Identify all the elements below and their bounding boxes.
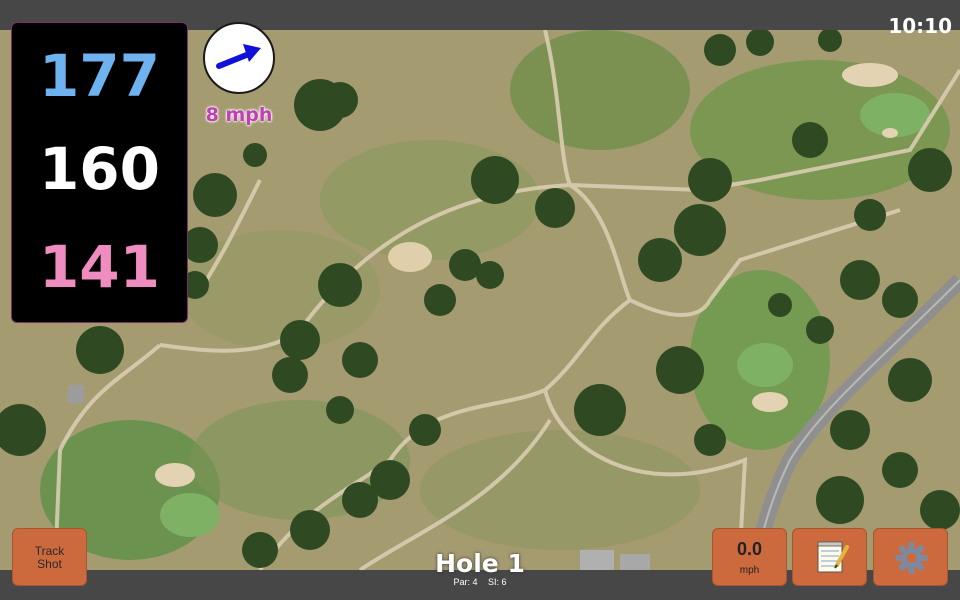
hole-title: Hole 1 bbox=[435, 549, 525, 578]
distance-front: 141 bbox=[38, 233, 161, 301]
wind-direction-indicator bbox=[203, 22, 275, 94]
distance-middle: 160 bbox=[38, 135, 161, 203]
distance-panel: 177 160 141 bbox=[11, 22, 188, 323]
wind-speed-value: 0.0 bbox=[736, 539, 763, 559]
notepad-icon bbox=[817, 541, 849, 573]
hole-stroke-index: SI: 6 bbox=[488, 577, 507, 587]
wind-speed-unit: mph bbox=[739, 565, 760, 576]
wind-speed-button[interactable]: 0.0 mph bbox=[712, 528, 787, 586]
hole-info: Par: 4 SI: 6 bbox=[400, 577, 560, 587]
settings-button[interactable] bbox=[873, 528, 948, 586]
arrow-right-icon bbox=[216, 44, 261, 69]
hole-par: Par: 4 bbox=[453, 577, 478, 587]
wind-speed-label: 8 mph bbox=[205, 104, 273, 126]
track-shot-button[interactable]: Track Shot bbox=[12, 528, 87, 586]
track-shot-label: Track Shot bbox=[34, 544, 65, 571]
clock: 10:10 bbox=[888, 14, 952, 38]
notes-button[interactable] bbox=[792, 528, 867, 586]
gear-icon bbox=[895, 542, 928, 574]
distance-back: 177 bbox=[38, 42, 161, 110]
